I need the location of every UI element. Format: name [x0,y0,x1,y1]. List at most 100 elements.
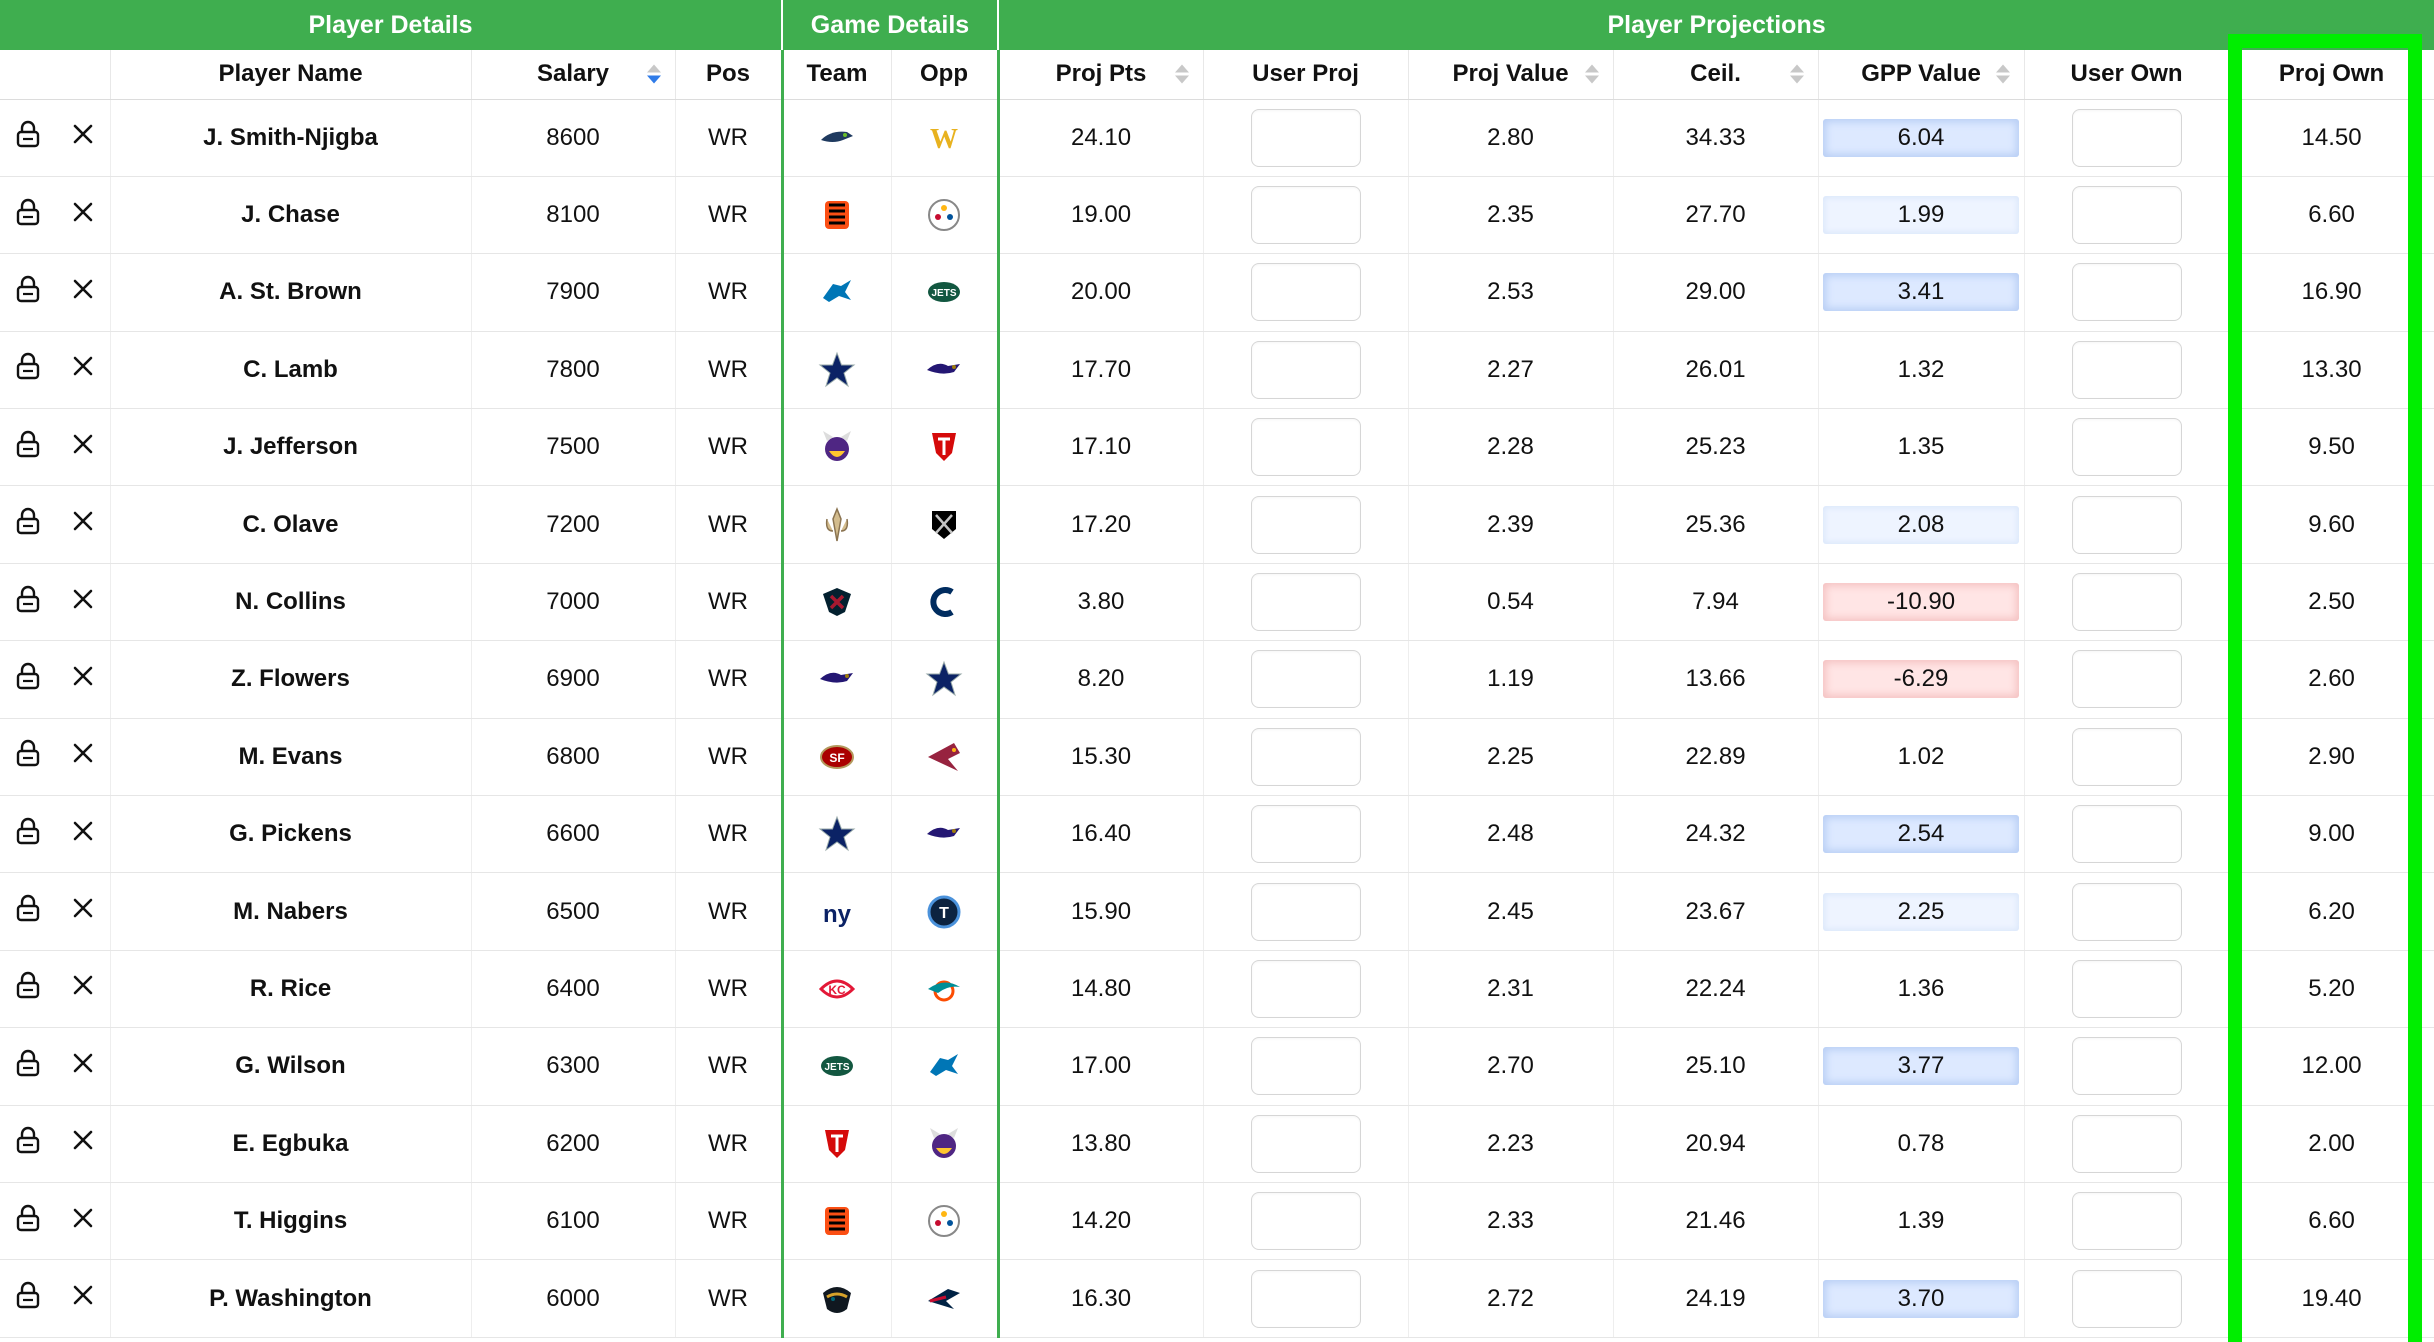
close-icon[interactable] [70,1282,96,1315]
user-own-input[interactable] [2071,882,2182,941]
close-icon[interactable] [70,431,96,464]
user-proj-input[interactable] [1250,573,1361,632]
user-proj-input[interactable] [1250,650,1361,709]
close-icon[interactable] [70,1127,96,1160]
header-opp[interactable]: Opp [891,50,1000,100]
close-icon[interactable] [70,586,96,619]
lock-icon[interactable] [14,506,42,543]
player-name-link[interactable]: R. Rice [110,950,472,1029]
user-proj-input[interactable] [1250,805,1361,864]
player-name-link[interactable]: E. Egbuka [110,1105,472,1183]
sort-icon[interactable] [1995,64,2010,84]
player-name-link[interactable]: P. Washington [110,1259,472,1338]
close-icon[interactable] [70,740,96,773]
lock-icon[interactable] [14,893,42,930]
header-gpp-value[interactable]: GPP Value [1818,50,2025,100]
sort-icon[interactable] [1789,64,1804,84]
lock-icon[interactable] [14,584,42,621]
lock-icon[interactable] [14,119,42,156]
lock-icon[interactable] [14,1280,42,1317]
lock-icon[interactable] [14,429,42,466]
user-own-input[interactable] [2071,650,2182,709]
user-proj-input[interactable] [1250,186,1361,245]
user-own-input[interactable] [2071,495,2182,554]
close-icon[interactable] [70,353,96,386]
user-proj-input[interactable] [1250,495,1361,554]
close-icon[interactable] [70,895,96,928]
user-proj-input[interactable] [1250,108,1361,167]
header-user-own[interactable]: User Own [2024,50,2230,100]
player-name-link[interactable]: J. Jefferson [110,408,472,487]
close-icon[interactable] [70,199,96,232]
user-own-input[interactable] [2071,418,2182,477]
lock-icon[interactable] [14,1203,42,1240]
player-name-link[interactable]: N. Collins [110,563,472,642]
user-own-input[interactable] [2071,1269,2182,1328]
close-icon[interactable] [70,972,96,1005]
header-proj-own[interactable]: Proj Own [2229,50,2434,100]
player-name-link[interactable]: C. Lamb [110,331,472,410]
player-name-link[interactable]: G. Wilson [110,1027,472,1106]
close-icon[interactable] [70,508,96,541]
lock-icon[interactable] [14,351,42,388]
lock-icon[interactable] [14,1048,42,1085]
close-icon[interactable] [70,276,96,309]
sort-icon[interactable] [1174,64,1189,84]
header-ceil[interactable]: Ceil. [1613,50,1819,100]
player-name-link[interactable]: M. Evans [110,718,472,797]
user-own-input[interactable] [2071,186,2182,245]
lock-icon[interactable] [14,816,42,853]
table-row: C. Lamb 7800 WR 17.70 2.27 26.01 1.32 13.30 [0,331,2434,410]
header-player-name[interactable]: Player Name [110,50,472,100]
player-name-link[interactable]: T. Higgins [110,1182,472,1261]
lock-icon[interactable] [14,197,42,234]
lock-icon[interactable] [14,1125,42,1162]
user-own-input[interactable] [2071,1114,2182,1173]
header-salary[interactable]: Salary [471,50,676,100]
user-proj-input[interactable] [1250,882,1361,941]
close-icon[interactable] [70,663,96,696]
header-proj-pts[interactable]: Proj Pts [998,50,1204,100]
user-own-input[interactable] [2071,805,2182,864]
user-proj-input[interactable] [1250,1037,1361,1096]
user-proj-input[interactable] [1250,1114,1361,1173]
user-proj-input[interactable] [1250,1192,1361,1251]
close-icon[interactable] [70,121,96,154]
user-own-input[interactable] [2071,727,2182,786]
user-proj-input[interactable] [1250,1269,1361,1328]
user-own-input[interactable] [2071,340,2182,399]
user-proj-input[interactable] [1250,263,1361,322]
salary-cell: 6200 [471,1105,676,1183]
sort-icon[interactable] [1584,64,1599,84]
header-pos[interactable]: Pos [675,50,784,100]
header-team[interactable]: Team [782,50,892,100]
user-proj-input[interactable] [1250,340,1361,399]
lock-icon[interactable] [14,661,42,698]
close-icon[interactable] [70,1205,96,1238]
user-own-input[interactable] [2071,573,2182,632]
lock-icon[interactable] [14,274,42,311]
player-name-link[interactable]: C. Olave [110,485,472,564]
user-own-input[interactable] [2071,1037,2182,1096]
player-name-link[interactable]: M. Nabers [110,872,472,951]
sort-icon[interactable] [646,64,661,84]
player-name-link[interactable]: G. Pickens [110,795,472,874]
user-own-input[interactable] [2071,263,2182,322]
lock-icon[interactable] [14,738,42,775]
close-icon[interactable] [70,1050,96,1083]
user-proj-input[interactable] [1250,727,1361,786]
player-name-link[interactable]: J. Smith-Njigba [110,99,472,177]
player-name-link[interactable]: A. St. Brown [110,253,472,332]
player-name-link[interactable]: Z. Flowers [110,640,472,719]
user-proj-input[interactable] [1250,418,1361,477]
header-user-proj[interactable]: User Proj [1203,50,1409,100]
user-own-input[interactable] [2071,959,2182,1018]
close-icon[interactable] [70,818,96,851]
gpp-value: 0.78 [1897,1129,1945,1157]
player-name-link[interactable]: J. Chase [110,176,472,255]
header-proj-value[interactable]: Proj Value [1408,50,1614,100]
user-proj-input[interactable] [1250,959,1361,1018]
user-own-input[interactable] [2071,1192,2182,1251]
lock-icon[interactable] [14,970,42,1007]
user-own-input[interactable] [2071,108,2182,167]
